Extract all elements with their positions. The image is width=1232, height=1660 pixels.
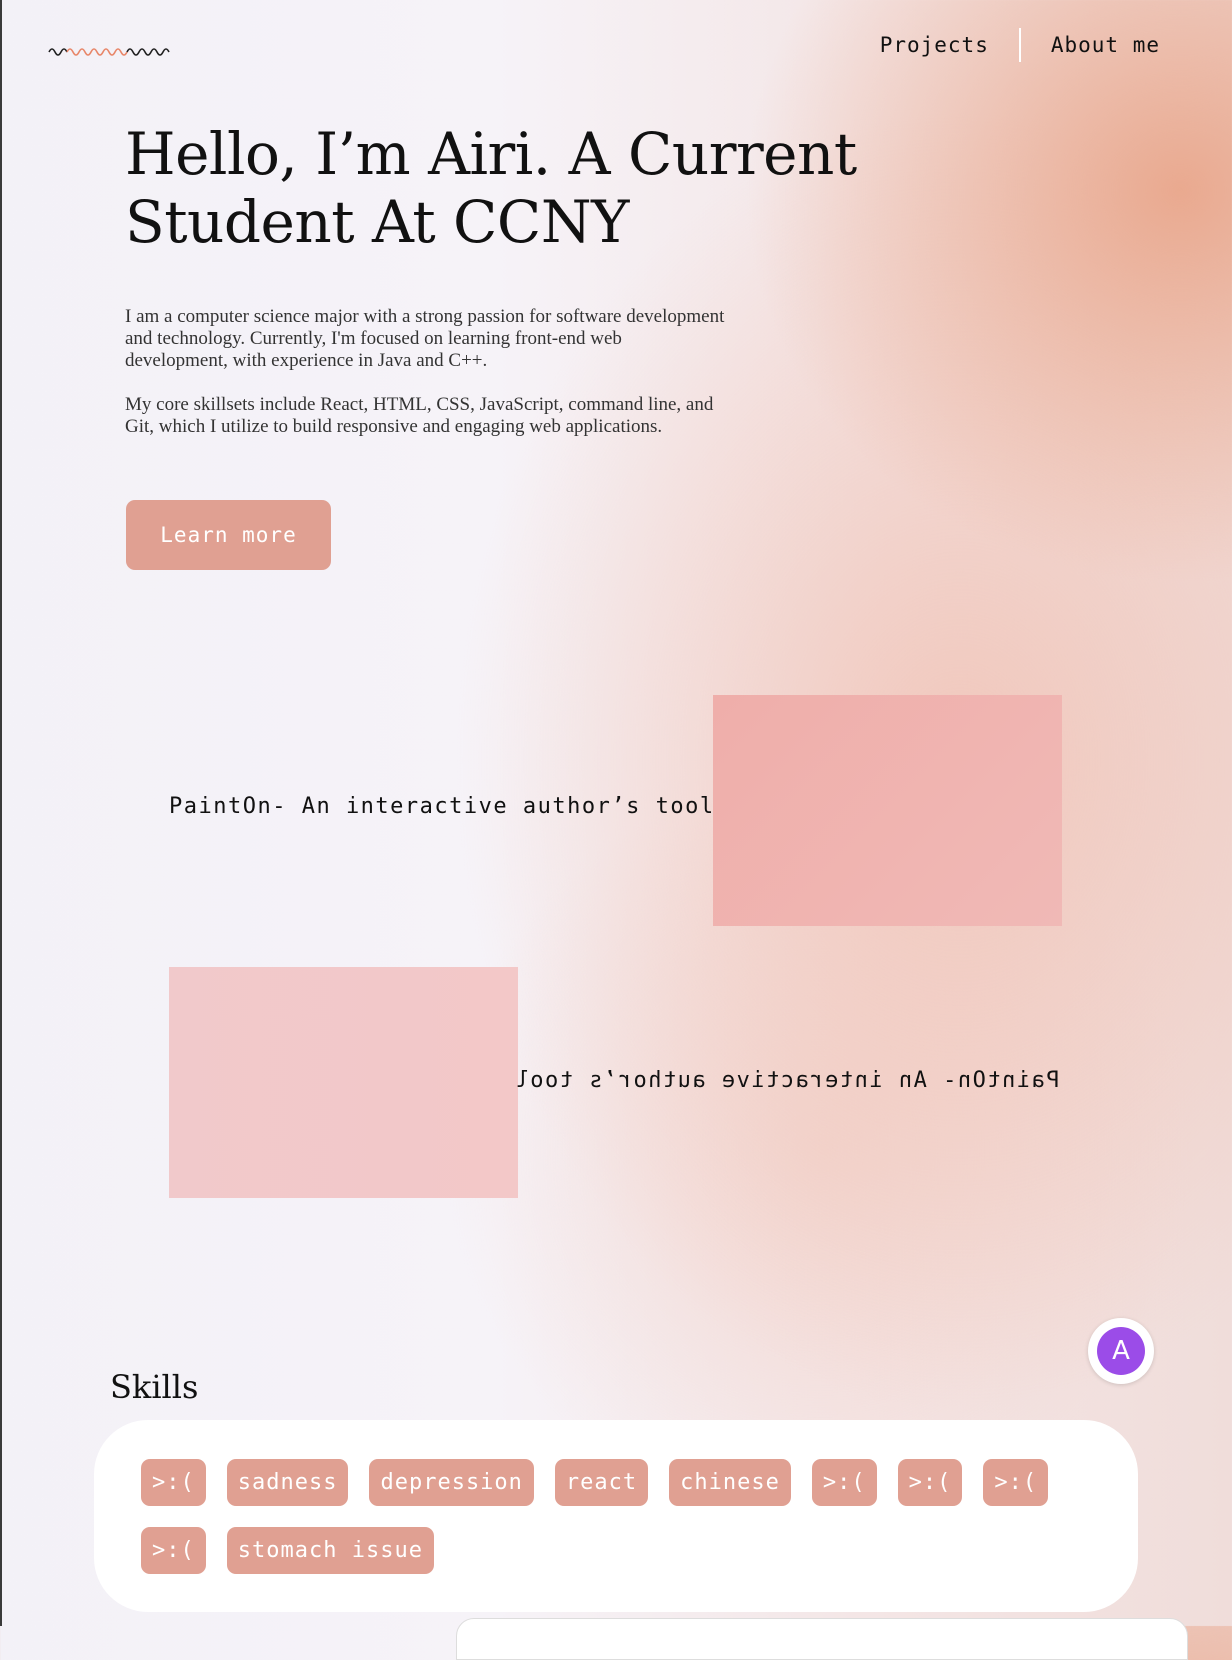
skill-tag: stomach issue (226, 1527, 434, 1574)
nav-about-link[interactable]: About me (1051, 33, 1160, 57)
skill-tag: >:( (141, 1527, 206, 1574)
skill-tag: react (554, 1459, 649, 1506)
project-image-2[interactable] (169, 967, 518, 1198)
skill-tag: sadness (226, 1459, 349, 1506)
skill-tag: >:( (897, 1459, 963, 1506)
skill-tag: >:( (811, 1459, 877, 1506)
intro-paragraph-1: I am a computer science major with a str… (125, 306, 725, 371)
avatar: A (1097, 1327, 1145, 1375)
intro-paragraph-2: My core skillsets include React, HTML, C… (125, 394, 714, 437)
skills-row-2: >:( stomach issue (141, 1527, 434, 1574)
skill-tag: chinese (669, 1459, 791, 1506)
project-image-1[interactable] (713, 695, 1062, 926)
nav-divider (1018, 28, 1021, 62)
project-title-1[interactable]: PaintOn- An interactive author’s tool (169, 794, 715, 819)
skill-tag: >:( (141, 1459, 206, 1506)
skills-heading: Skills (110, 1368, 199, 1406)
top-nav: Projects About me (880, 28, 1160, 62)
nav-projects-link[interactable]: Projects (880, 33, 989, 57)
skills-row-1: >:( sadness depression react chinese >:(… (141, 1459, 1049, 1506)
hero-title: Hello, I’m Airi. A Current Student At CC… (125, 120, 857, 256)
skills-panel: >:( sadness depression react chinese >:(… (94, 1420, 1138, 1612)
logo-icon[interactable] (48, 40, 172, 60)
skill-tag: depression (369, 1459, 534, 1506)
learn-more-button[interactable]: Learn more (126, 500, 331, 570)
window-left-edge (0, 0, 2, 1626)
next-section-card (456, 1618, 1188, 1660)
avatar-button[interactable]: A (1088, 1318, 1154, 1384)
skill-tag: >:( (983, 1459, 1049, 1506)
project-title-2-mirrored[interactable]: PaintOn- An interactive author’s tool (514, 1068, 1060, 1093)
